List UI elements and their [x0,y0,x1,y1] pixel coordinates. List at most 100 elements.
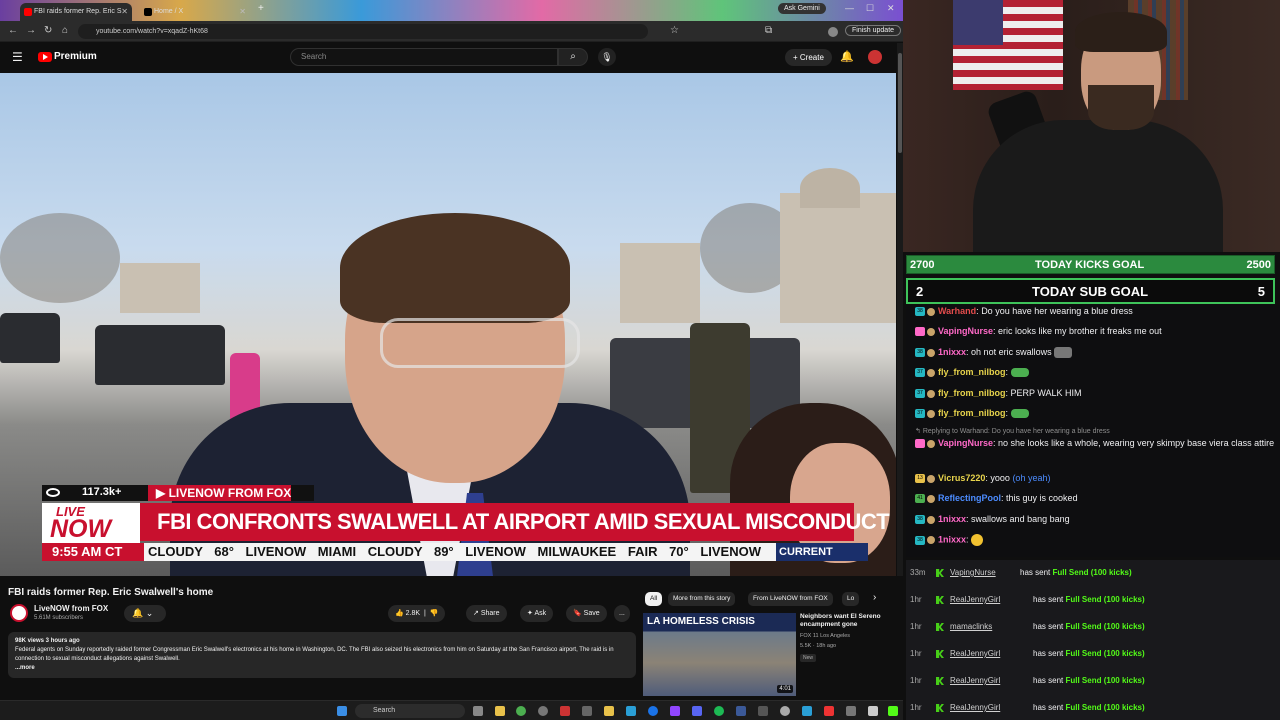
youtube-header: ☰ Premium Search ⌕ 🎙 + Create 🔔 [0,43,903,73]
chat-username[interactable]: 1nixxx [938,347,966,357]
profile-icon[interactable] [828,27,838,37]
chevron-right-icon[interactable]: › [873,592,876,603]
channel-avatar[interactable] [10,604,28,622]
chat-username[interactable]: VapingNurse [938,326,993,336]
description-box[interactable]: 98K views 3 hours ago Federal agents on … [8,632,636,678]
notifications-bell-icon[interactable]: 🔔 [840,50,854,63]
chat-username[interactable]: fly_from_nilbog [938,367,1006,377]
chip-all[interactable]: All [645,592,663,606]
chat-username[interactable]: fly_from_nilbog [938,408,1006,418]
search-input[interactable]: Search [290,48,558,66]
edge-icon[interactable] [648,706,658,716]
dislike-icon[interactable]: 👎 [430,610,439,617]
app-icon[interactable] [868,706,878,716]
event-username[interactable]: RealJennyGirl [950,645,1000,663]
app-icon[interactable] [560,706,570,716]
app-icon[interactable] [846,706,856,716]
event-item: Full Send (100 kicks) [1065,649,1145,658]
home-icon[interactable]: ⌂ [62,25,68,36]
chat-text: eric looks like my brother it freaks me … [998,326,1162,336]
task-view-icon[interactable] [473,706,483,716]
youtube-logo-text[interactable]: Premium [54,51,97,62]
video-player[interactable]: 117.3k+ ▶ LIVENOW FROM FOX FBI CONFRONTS… [0,73,896,576]
event-username[interactable]: RealJennyGirl [950,672,1000,690]
crown-badge-icon [927,439,935,448]
spotify-icon[interactable] [714,706,724,716]
app-icon[interactable] [736,706,746,716]
finish-update-button[interactable]: Finish update [845,25,902,36]
chat-username[interactable]: fly_from_nilbog [938,388,1006,398]
url-field[interactable]: youtube.com/watch?v=xqadZ-hKt68 [78,24,648,39]
save-button[interactable]: 🔖 Save [566,605,607,622]
close-window-icon[interactable]: ✕ [887,3,895,14]
duration-badge: 4:01 [777,685,793,693]
chip-lo[interactable]: Lo [842,592,860,606]
start-icon[interactable] [337,706,347,716]
back-icon[interactable]: ← [8,25,18,36]
new-tab-icon[interactable]: + [258,3,264,14]
star-icon[interactable]: ☆ [670,25,679,36]
app-icon[interactable] [802,706,812,716]
event-username[interactable]: mamaclinks [950,618,992,636]
app-icon[interactable] [670,706,680,716]
event-username[interactable]: VapingNurse [950,568,996,577]
tab-youtube[interactable]: FBI raids former Rep. Eric S ✕ [20,3,132,21]
close-tab-icon[interactable]: ✕ [121,3,128,21]
app-icon[interactable] [538,706,548,716]
ask-button[interactable]: ✦ Ask [520,605,554,622]
app-icon[interactable] [582,706,592,716]
forward-icon[interactable]: → [26,25,36,36]
chat-username[interactable]: ReflectingPool [938,493,1001,503]
extensions-icon[interactable]: ⧉ [765,25,772,36]
close-tab-icon[interactable]: ✕ [239,3,246,21]
microphone-icon[interactable]: 🎙 [598,48,616,66]
youtube-logo-icon[interactable] [38,52,52,62]
taskbar-search[interactable]: Search [355,704,465,718]
recommendation-channel[interactable]: FOX 11 Los Angeles [800,633,850,639]
chat-username[interactable]: 1nixxx [938,534,966,544]
streamer-body [973,120,1223,252]
subscribed-bell-button[interactable]: 🔔 ⌄ [124,605,166,622]
network-label: ▶ LIVENOW FROM FOX [148,485,292,501]
chat-text: swallows and bang bang [971,514,1070,524]
discord-icon[interactable] [692,706,702,716]
chrome-icon[interactable] [516,706,526,716]
event-time: 1hr [910,595,922,604]
create-button[interactable]: + Create [785,49,832,66]
reload-icon[interactable]: ↻ [44,25,52,36]
app-icon[interactable] [758,706,768,716]
kick-icon[interactable] [888,706,898,716]
chat-username[interactable]: VapingNurse [938,438,993,448]
ask-gemini-button[interactable]: Ask Gemini [778,3,826,14]
more-actions-button[interactable]: ... [614,605,630,622]
event-user[interactable]: VapingNurse [950,564,996,582]
share-button[interactable]: ↗ Share [466,605,507,622]
like-button[interactable]: 👍 2.8K | 👎 [388,605,446,622]
tab-x[interactable]: Home / X ✕ [140,3,250,21]
minimize-icon[interactable]: — [845,3,854,13]
video-details: FBI raids former Rep. Eric Swalwell's ho… [0,576,903,700]
search-icon[interactable]: ⌕ [558,48,588,66]
event-username[interactable]: RealJennyGirl [950,591,1000,609]
chat-username[interactable]: Warhand [938,306,976,316]
maximize-icon[interactable]: ☐ [866,3,874,14]
description-more-link[interactable]: ...more [15,664,629,673]
frog-emote-icon [1010,409,1029,419]
channel-name[interactable]: LiveNOW from FOX [34,604,108,613]
app-icon[interactable] [626,706,636,716]
recommendation-thumbnail[interactable]: LA HOMELESS CRISIS 4:01 [643,613,796,696]
chip-more-from-story[interactable]: More from this story [668,592,736,606]
chat-username[interactable]: 1nixxx [938,514,966,524]
file-explorer-icon[interactable] [495,706,505,716]
event-username[interactable]: RealJennyGirl [950,699,1000,717]
recommendation-title[interactable]: Neighbors want El Sereno encampment gone [800,613,890,629]
account-avatar[interactable] [868,50,882,64]
app-icon[interactable] [780,706,790,716]
scrollbar-thumb[interactable] [898,53,902,153]
livenow-logo: LIVE NOW [42,503,140,546]
chat-username[interactable]: Vicrus7220 [938,473,985,483]
chip-from-channel[interactable]: From LiveNOW from FOX [748,592,833,606]
app-icon[interactable] [824,706,834,716]
menu-icon[interactable]: ☰ [12,50,23,64]
folder-icon[interactable] [604,706,614,716]
